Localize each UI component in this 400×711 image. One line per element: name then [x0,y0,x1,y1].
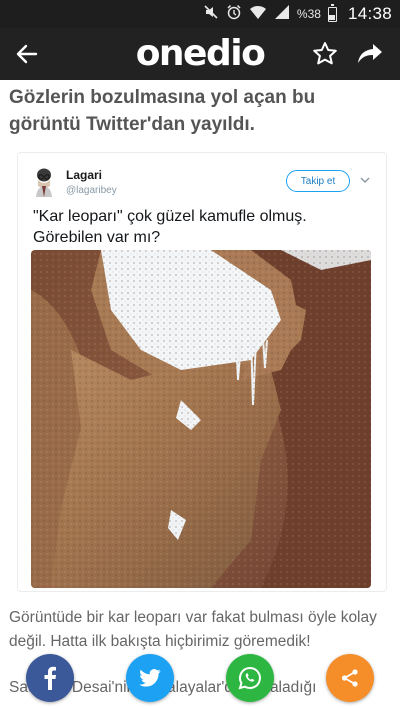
article-paragraph-1: Görüntüde bir kar leoparı var fakat bulm… [9,609,377,650]
alarm-icon [226,4,242,24]
share-more-button[interactable] [326,654,374,702]
facebook-share-button[interactable] [26,654,74,702]
signal-icon [274,4,290,24]
tweet-author-handle[interactable]: @lagaribey [66,185,117,196]
status-icons: %38 14:38 [203,4,392,24]
facebook-icon [44,666,56,690]
embedded-tweet[interactable]: Lagari @lagaribey Takip et "Kar leoparı"… [17,152,387,592]
tweet-text: "Kar leoparı" çok güzel kamufle olmuş. G… [33,208,307,246]
clock: 14:38 [347,4,392,23]
back-arrow-icon [16,44,38,64]
share-button[interactable] [355,40,385,68]
status-bar: %38 14:38 [0,0,400,28]
favorite-button[interactable] [311,40,339,68]
whatsapp-icon [238,666,261,690]
share-arrow-icon [358,44,382,63]
wifi-icon [249,4,267,24]
twitter-share-button[interactable] [126,654,174,702]
tweet-menu-button[interactable] [359,174,371,186]
twitter-icon [139,669,161,687]
back-button[interactable] [12,40,42,68]
chevron-down-icon [360,177,370,183]
follow-button[interactable]: Takip et [286,170,350,192]
onedio-logo[interactable]: onedio [134,34,266,74]
star-icon [313,42,337,65]
whatsapp-share-button[interactable] [226,654,274,702]
battery-icon [327,4,337,22]
mute-icon [203,4,219,24]
battery-percent: %38 [296,7,321,21]
tweet-photo[interactable] [31,250,371,588]
avatar[interactable] [33,168,55,197]
share-nodes-icon [341,669,358,687]
article-headline: Gözlerin bozulmasına yol açan bu görüntü… [9,87,316,135]
app-bar: onedio [0,28,400,80]
tweet-author-name[interactable]: Lagari [66,168,102,182]
